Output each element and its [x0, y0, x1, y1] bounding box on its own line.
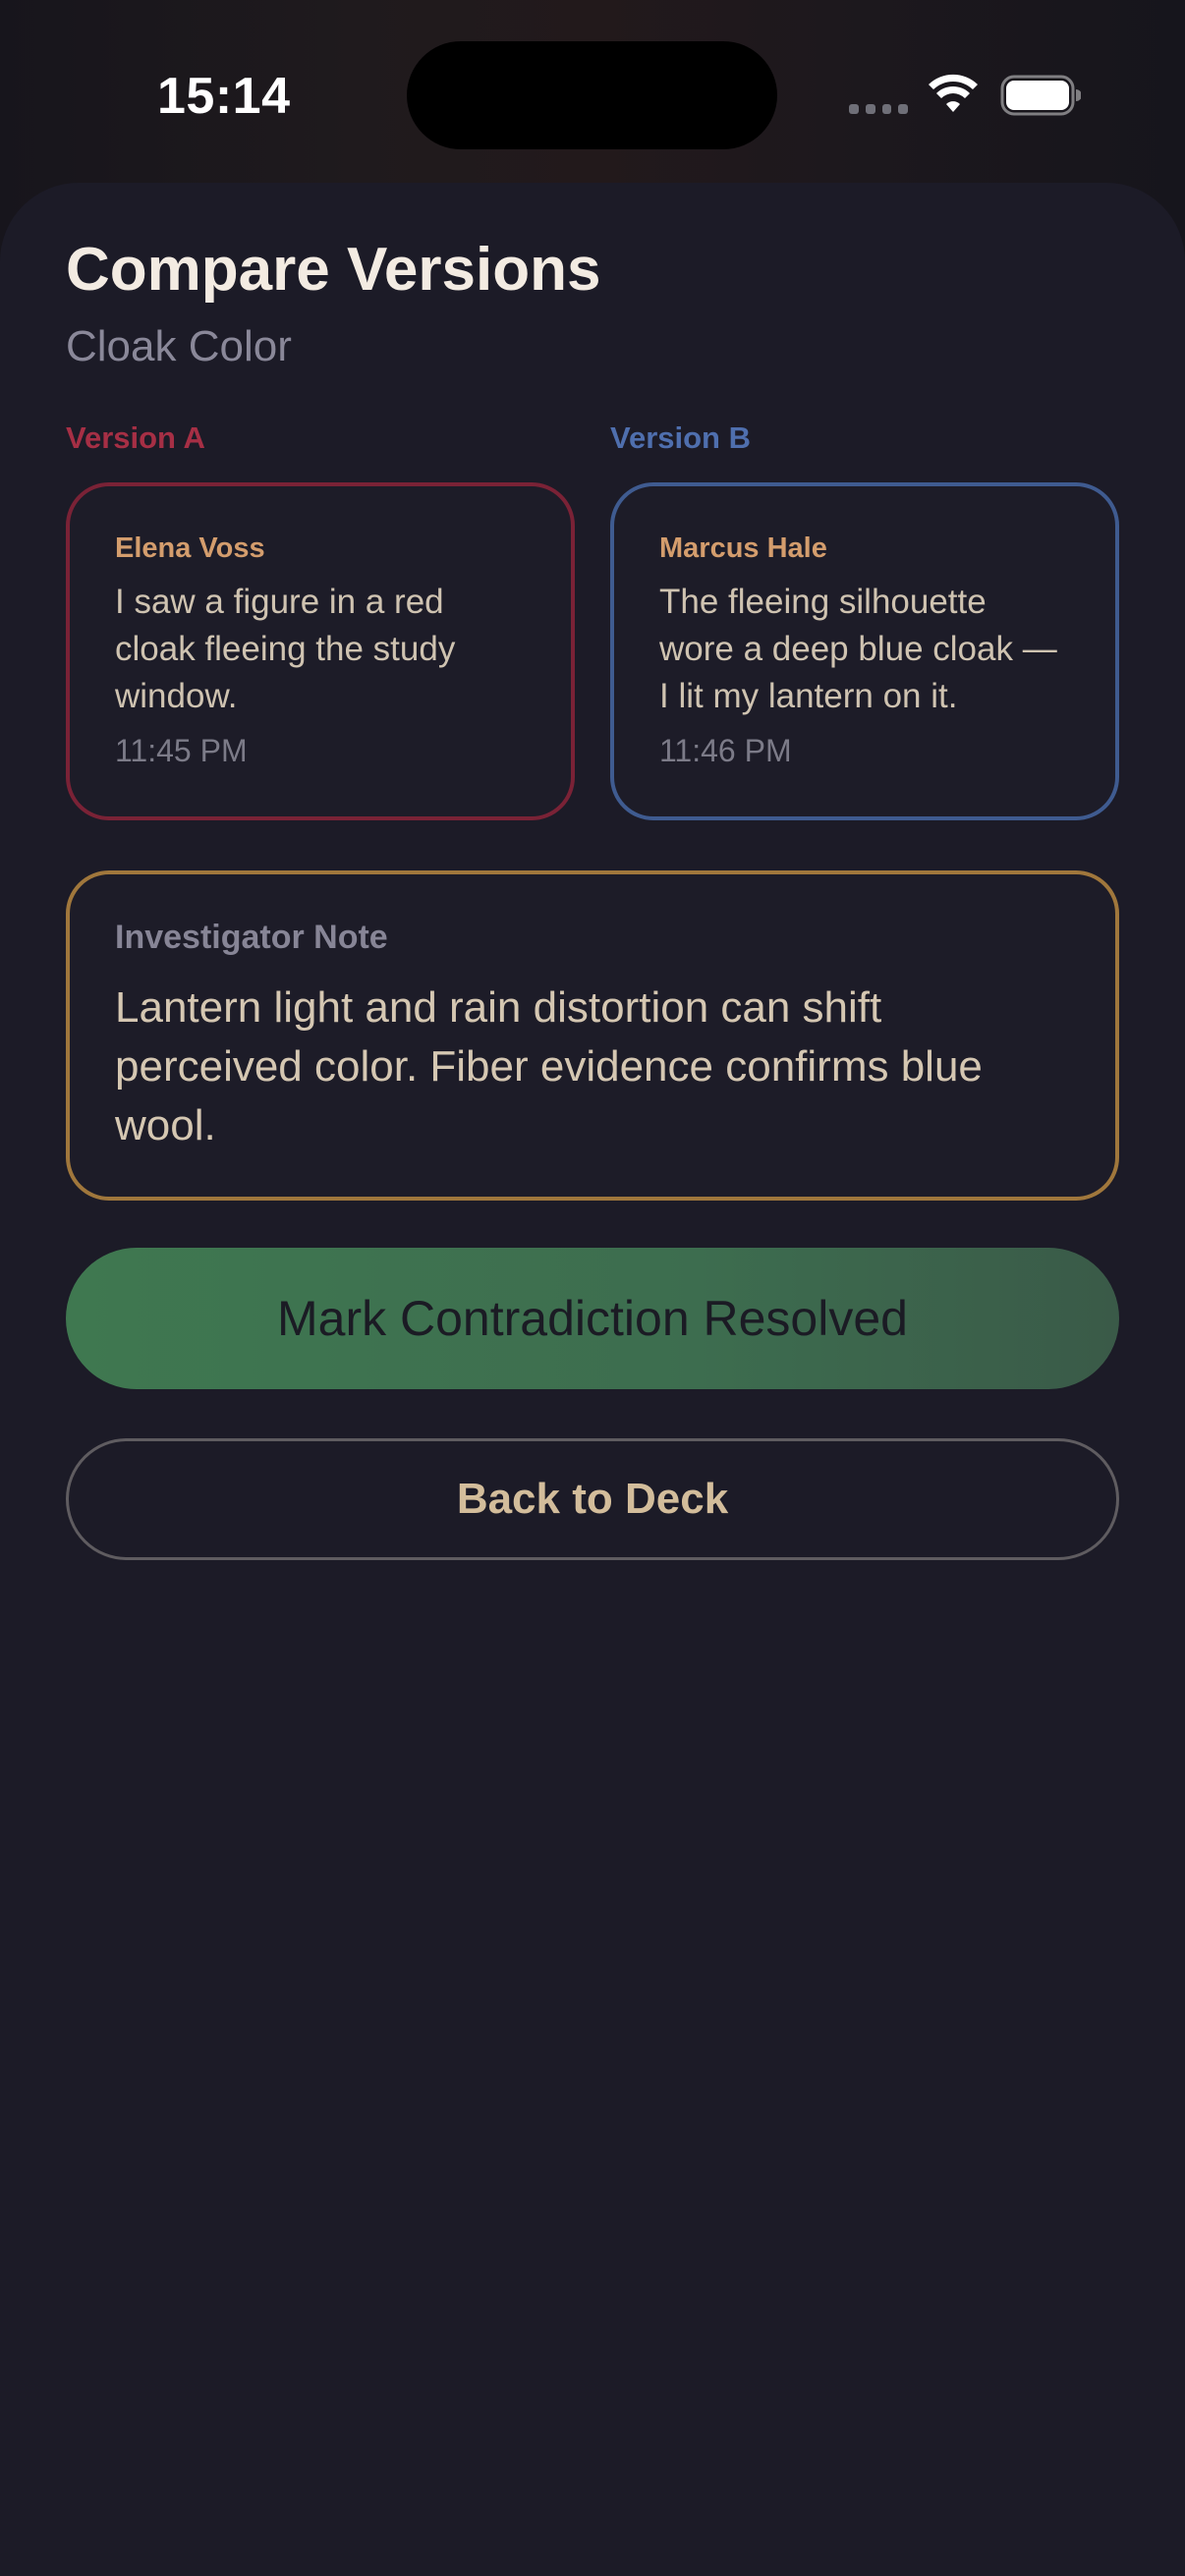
version-a-card[interactable]: Elena Voss I saw a figure in a red cloak…: [66, 482, 575, 820]
witness-statement: I saw a figure in a red cloak fleeing th…: [115, 583, 456, 715]
wifi-icon: [929, 74, 978, 112]
witness-name: Elena Voss: [115, 532, 265, 564]
investigator-note-text: Lantern light and rain distortion can sh…: [115, 983, 983, 1149]
statement-time: 11:45 PM: [115, 733, 248, 768]
statement-time: 11:46 PM: [659, 733, 792, 768]
witness-statement: The fleeing silhouette wore a deep blue …: [659, 583, 1057, 715]
cellular-signal-icon: [849, 102, 908, 116]
page-title: Compare Versions: [66, 236, 601, 304]
mark-resolved-button[interactable]: Mark Contradiction Resolved: [66, 1248, 1119, 1389]
back-to-deck-button[interactable]: Back to Deck: [66, 1438, 1119, 1560]
investigator-note-card: Investigator Note Lantern light and rain…: [66, 870, 1119, 1201]
dynamic-island: [407, 41, 777, 149]
version-a-label: Version A: [66, 420, 205, 455]
version-b-label: Version B: [610, 420, 751, 455]
version-b-card[interactable]: Marcus Hale The fleeing silhouette wore …: [610, 482, 1119, 820]
battery-icon: [1000, 75, 1081, 116]
status-bar: 15:14: [0, 0, 1185, 187]
witness-name: Marcus Hale: [659, 532, 827, 564]
page-subtitle: Cloak Color: [66, 322, 292, 370]
investigator-note-label: Investigator Note: [115, 919, 388, 956]
status-time: 15:14: [157, 68, 291, 125]
